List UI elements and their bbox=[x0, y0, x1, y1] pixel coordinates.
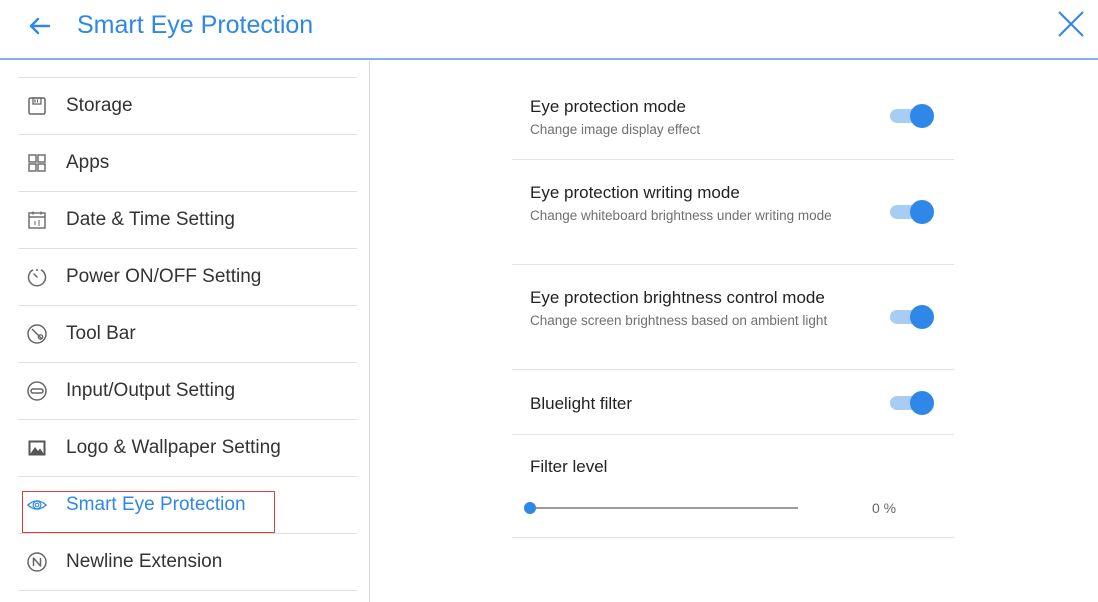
timer-icon bbox=[26, 266, 48, 288]
storage-icon bbox=[26, 95, 48, 117]
sidebar-item-label: Logo & Wallpaper Setting bbox=[66, 437, 281, 458]
row-subtitle: Change whiteboard brightness under writi… bbox=[530, 208, 832, 223]
settings-sidebar: Storage Apps Date & Time Setting Power O… bbox=[0, 61, 370, 602]
row-subtitle: Change image display effect bbox=[530, 122, 701, 137]
eye-protection-brightness-row: Eye protection brightness control mode C… bbox=[512, 265, 954, 370]
row-title: Eye protection mode bbox=[530, 97, 686, 116]
sidebar-item-label: Power ON/OFF Setting bbox=[66, 266, 262, 287]
newline-icon bbox=[26, 551, 48, 573]
input-output-icon bbox=[26, 380, 48, 402]
bluelight-filter-row: Bluelight filter bbox=[512, 370, 954, 435]
image-icon bbox=[26, 437, 48, 459]
row-title: Eye protection brightness control mode bbox=[530, 288, 825, 307]
sidebar-item-power[interactable]: Power ON/OFF Setting bbox=[18, 249, 357, 306]
sidebar-item-label: Tool Bar bbox=[66, 323, 136, 344]
toolbar-icon bbox=[26, 323, 48, 345]
page-title: Smart Eye Protection bbox=[77, 11, 314, 39]
slider-thumb[interactable] bbox=[524, 502, 536, 514]
eye-protection-mode-row: Eye protection mode Change image display… bbox=[512, 80, 954, 160]
sidebar-item-label: Apps bbox=[66, 152, 110, 173]
sidebar-item-label: Date & Time Setting bbox=[66, 209, 235, 230]
sidebar-item-label: Smart Eye Protection bbox=[66, 494, 246, 515]
row-title: Eye protection writing mode bbox=[530, 183, 740, 202]
row-subtitle: Change screen brightness based on ambien… bbox=[530, 313, 828, 328]
eye-protection-writing-mode-row: Eye protection writing mode Change white… bbox=[512, 160, 954, 265]
row-title: Filter level bbox=[530, 457, 608, 476]
eye-icon bbox=[26, 494, 48, 516]
sidebar-item-label: Input/Output Setting bbox=[66, 380, 236, 401]
sidebar-item-storage[interactable]: Storage bbox=[18, 78, 357, 135]
header-bar: Smart Eye Protection bbox=[0, 0, 1098, 60]
filter-level-value: 0 % bbox=[872, 500, 897, 516]
eye-protection-mode-toggle[interactable] bbox=[890, 104, 934, 128]
sidebar-item-input-output[interactable]: Input/Output Setting bbox=[18, 363, 357, 420]
row-title: Bluelight filter bbox=[530, 394, 633, 413]
filter-level-slider[interactable] bbox=[524, 499, 800, 517]
sidebar-item-newline-extension[interactable]: Newline Extension bbox=[18, 534, 357, 591]
close-icon[interactable] bbox=[1056, 9, 1086, 39]
sidebar-item-apps[interactable]: Apps bbox=[18, 135, 357, 192]
apps-grid-icon bbox=[26, 152, 48, 174]
sidebar-item-date-time[interactable]: Date & Time Setting bbox=[18, 192, 357, 249]
eye-protection-writing-mode-toggle[interactable] bbox=[890, 200, 934, 224]
arrow-left-icon[interactable] bbox=[26, 12, 54, 40]
calendar-icon bbox=[26, 209, 48, 231]
sidebar-item-tool-bar[interactable]: Tool Bar bbox=[18, 306, 357, 363]
bluelight-filter-toggle[interactable] bbox=[890, 391, 934, 415]
sidebar-item-label: Storage bbox=[66, 95, 133, 116]
filter-level-row: Filter level bbox=[512, 435, 954, 538]
eye-protection-brightness-toggle[interactable] bbox=[890, 305, 934, 329]
sidebar-item-label: Newline Extension bbox=[66, 551, 223, 572]
sidebar-item-logo-wallpaper[interactable]: Logo & Wallpaper Setting bbox=[18, 420, 357, 477]
sidebar-item-smart-eye-protection[interactable]: Smart Eye Protection bbox=[18, 477, 357, 534]
slider-rail bbox=[530, 507, 798, 509]
